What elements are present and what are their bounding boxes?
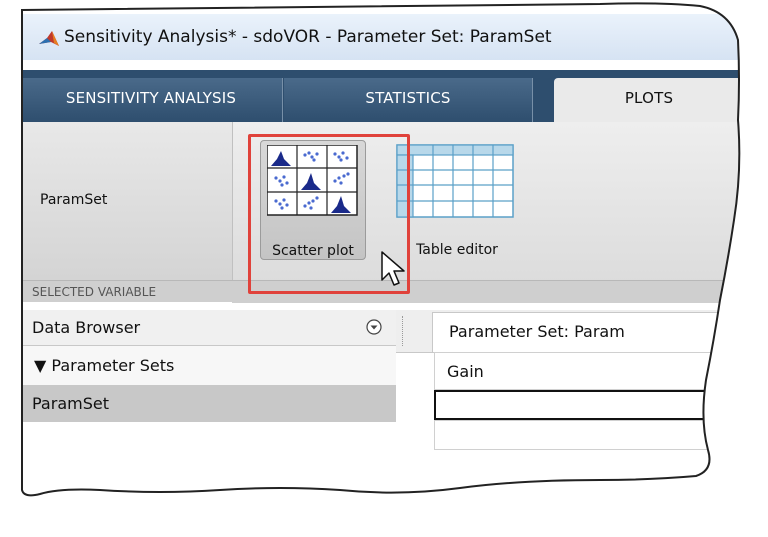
- tab-statistics[interactable]: STATISTICS: [284, 78, 533, 122]
- parameter-sets-section[interactable]: ▼ Parameter Sets: [20, 346, 396, 386]
- document-tab[interactable]: Parameter Set: Param: [432, 312, 768, 352]
- table-cell[interactable]: [434, 390, 754, 420]
- matlab-icon: [38, 29, 60, 49]
- table-column-header[interactable]: Gain: [434, 352, 754, 390]
- mouse-pointer-icon: [380, 250, 406, 288]
- tab-sensitivity-analysis[interactable]: SENSITIVITY ANALYSIS: [20, 78, 283, 122]
- tab-plots[interactable]: PLOTS: [554, 78, 745, 122]
- data-browser-title: Data Browser: [32, 318, 141, 337]
- document-area: Parameter Set: Param Gain: [396, 310, 768, 537]
- window-clip: Sensitivity Analysis* - sdoVOR - Paramet…: [0, 0, 768, 537]
- title-bar: Sensitivity Analysis* - sdoVOR - Paramet…: [20, 14, 768, 60]
- table-cell[interactable]: [434, 420, 754, 450]
- section-label-selected-variable: SELECTED VARIABLE: [20, 280, 232, 302]
- collapse-circle-icon[interactable]: [366, 319, 382, 335]
- table-editor-button[interactable]: Table editor: [392, 140, 522, 258]
- data-browser-panel: Data Browser ▼ Parameter Sets ParamSet: [20, 310, 397, 537]
- screenshot-stage: Sensitivity Analysis* - sdoVOR - Paramet…: [0, 0, 768, 537]
- list-item[interactable]: ParamSet: [20, 386, 396, 422]
- selected-variable-value[interactable]: ParamSet: [40, 192, 107, 208]
- drag-handle[interactable]: [402, 316, 417, 346]
- toolstrip-tabs: SENSITIVITY ANALYSIS STATISTICS PLOTS: [20, 70, 768, 122]
- window-title: Sensitivity Analysis* - sdoVOR - Paramet…: [64, 27, 552, 47]
- data-browser-header: Data Browser: [20, 310, 396, 346]
- selected-variable-section: ParamSet: [20, 122, 233, 280]
- table-editor-icon: [396, 144, 516, 220]
- table-editor-label: Table editor: [416, 242, 498, 258]
